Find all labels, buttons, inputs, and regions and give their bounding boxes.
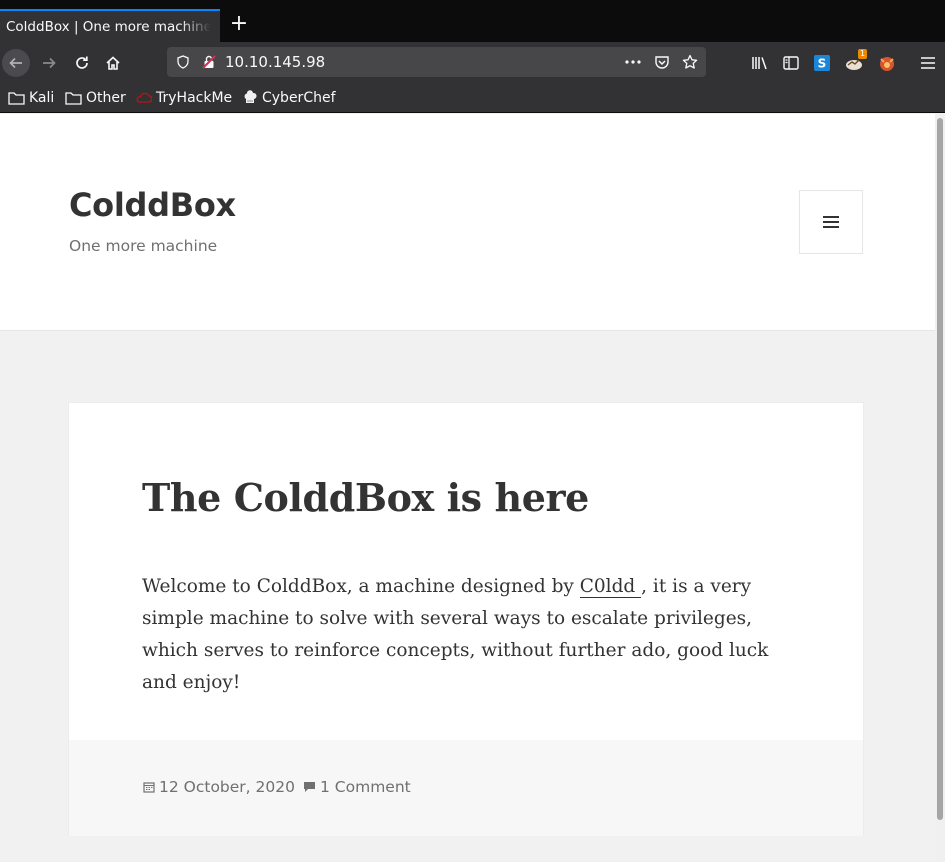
home-icon xyxy=(106,56,120,70)
bookmark-label: TryHackMe xyxy=(156,90,233,106)
address-bar[interactable]: 10.10.145.98 xyxy=(167,47,706,77)
pocket-icon[interactable] xyxy=(654,54,670,70)
comment-icon xyxy=(304,782,315,792)
bookmark-label: Kali xyxy=(29,90,55,106)
bookmark-kali[interactable]: Kali xyxy=(8,88,54,108)
post-title[interactable]: The ColddBox is here xyxy=(142,475,589,520)
post-body: Welcome to ColddBox, a machine designed … xyxy=(142,571,802,699)
extension-s-button[interactable]: S xyxy=(808,49,836,77)
calendar-icon xyxy=(143,782,155,793)
new-tab-button[interactable]: + xyxy=(228,13,250,37)
arrow-right-icon xyxy=(43,57,56,69)
extension-badge: 1 xyxy=(858,49,868,59)
bookmark-tryhackme[interactable]: TryHackMe xyxy=(136,88,232,108)
folder-icon xyxy=(65,92,82,105)
extension-cookie-button[interactable]: 1 xyxy=(841,49,869,77)
arrow-left-icon xyxy=(9,57,22,69)
folder-icon xyxy=(8,92,25,105)
tab-active[interactable]: ColddBox | One more machine xyxy=(0,9,220,42)
sidebar-button[interactable] xyxy=(777,49,805,77)
bookmark-other[interactable]: Other xyxy=(65,88,126,108)
post-date-text: 12 October, 2020 xyxy=(159,778,295,796)
site-description: One more machine xyxy=(69,237,218,255)
app-menu-button[interactable] xyxy=(914,49,942,77)
post-body-text: Welcome to ColddBox, a machine designed … xyxy=(142,576,580,597)
post-footer: 12 October, 2020 1 Comment xyxy=(69,740,863,836)
post-article: The ColddBox is here Welcome to ColddBox… xyxy=(68,402,864,836)
forward-button[interactable] xyxy=(35,49,63,77)
home-button[interactable] xyxy=(99,49,127,77)
extension-fox-button[interactable] xyxy=(873,49,901,77)
bookmark-cyberchef[interactable]: CyberChef xyxy=(242,88,336,108)
svg-text:S: S xyxy=(818,57,827,71)
plus-icon: + xyxy=(229,11,249,36)
insecure-lock-icon[interactable] xyxy=(201,54,217,70)
scrollbar-thumb[interactable] xyxy=(937,118,943,820)
more-actions-icon[interactable] xyxy=(625,54,641,70)
window-titlebar xyxy=(0,0,945,9)
url-text[interactable]: 10.10.145.98 xyxy=(225,47,325,77)
bookmark-label: CyberChef xyxy=(262,90,336,106)
hamburger-icon xyxy=(823,216,839,228)
tryhackme-icon xyxy=(136,92,152,103)
bookmark-label: Other xyxy=(86,90,126,106)
back-button[interactable] xyxy=(2,49,30,77)
hamburger-icon xyxy=(921,57,935,69)
navigation-toolbar: 10.10.145.98 S 1 xyxy=(0,42,945,83)
post-comments-text: 1 Comment xyxy=(320,778,411,796)
cyberchef-icon xyxy=(244,90,257,103)
reload-icon xyxy=(76,56,88,69)
menu-toggle-button[interactable] xyxy=(799,190,863,254)
bookmark-star-icon[interactable] xyxy=(682,54,698,70)
library-icon xyxy=(752,57,767,70)
foxyproxy-icon xyxy=(880,57,894,71)
tab-strip: ColddBox | One more machine + xyxy=(0,9,945,42)
author-link[interactable]: C0ldd xyxy=(579,576,642,598)
site-title[interactable]: ColddBox xyxy=(69,186,236,224)
shield-icon[interactable] xyxy=(175,54,191,70)
sidebar-icon xyxy=(783,56,799,70)
page-viewport: ColddBox One more machine The ColddBox i… xyxy=(0,114,935,862)
bookmarks-toolbar: Kali Other TryHackMe CyberChef xyxy=(0,83,945,113)
tab-title: ColddBox | One more machine xyxy=(6,18,211,35)
extension-s-icon: S xyxy=(814,55,830,71)
post-date[interactable]: 12 October, 2020 xyxy=(143,778,295,796)
site-header: ColddBox One more machine xyxy=(0,114,935,331)
library-button[interactable] xyxy=(746,49,774,77)
post-comments-link[interactable]: 1 Comment xyxy=(303,778,411,796)
page-scrollbar[interactable] xyxy=(935,114,945,862)
reload-button[interactable] xyxy=(68,49,96,77)
